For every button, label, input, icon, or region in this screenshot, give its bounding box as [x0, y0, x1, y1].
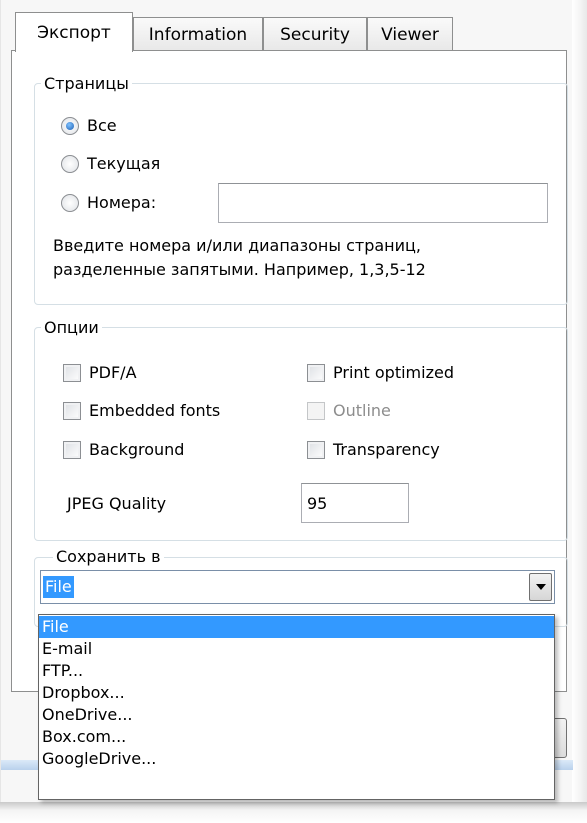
save-to-option-dropbox[interactable]: Dropbox...	[39, 682, 554, 704]
jpeg-quality-label: JPEG Quality	[67, 494, 167, 513]
radio-current[interactable]	[61, 155, 79, 173]
tab-export[interactable]: Экспорт	[15, 12, 133, 52]
outline-label: Outline	[333, 401, 391, 420]
jpeg-quality-value: 95	[307, 493, 328, 513]
options-group-title: Опции	[41, 318, 102, 338]
pages-hint-line1: Введите номера и/или диапазоны страниц,	[53, 236, 421, 255]
radio-all-label: Все	[87, 116, 117, 135]
save-to-option-email[interactable]: E-mail	[39, 638, 554, 660]
save-to-option-googledrive[interactable]: GoogleDrive...	[39, 748, 554, 770]
save-to-dropdown-list: File E-mail FTP... Dropbox... OneDrive..…	[38, 614, 555, 800]
pages-hint-line2: разделенные запятыми. Например, 1,3,5-12	[53, 260, 426, 279]
save-to-group-title: Сохранить в	[53, 547, 164, 567]
radio-numbers[interactable]	[61, 194, 79, 212]
tab-security[interactable]: Security	[263, 17, 367, 51]
transparency-checkbox[interactable]	[307, 441, 325, 459]
print-optimized-label: Print optimized	[333, 363, 454, 382]
save-to-option-file[interactable]: File	[39, 616, 554, 638]
radio-numbers-label: Номера:	[87, 193, 157, 212]
outline-checkbox	[307, 402, 325, 420]
tab-viewer[interactable]: Viewer	[367, 17, 453, 51]
window-shadow-bottom	[0, 802, 587, 823]
pdfa-checkbox[interactable]	[63, 364, 81, 382]
tab-security-label: Security	[280, 24, 350, 45]
embedded-fonts-checkbox[interactable]	[63, 402, 81, 420]
radio-all[interactable]	[61, 117, 79, 135]
embedded-fonts-label: Embedded fonts	[89, 401, 221, 420]
tab-information[interactable]: Information	[133, 17, 263, 51]
radio-current-label: Текущая	[87, 154, 161, 173]
jpeg-quality-input[interactable]: 95	[301, 483, 409, 523]
background-label: Background	[89, 440, 185, 459]
save-to-option-ftp[interactable]: FTP...	[39, 660, 554, 682]
pdfa-label: PDF/A	[89, 363, 137, 382]
save-to-option-onedrive[interactable]: OneDrive...	[39, 704, 554, 726]
save-to-combobox[interactable]: File	[40, 570, 555, 604]
tab-information-label: Information	[148, 24, 248, 45]
save-to-dropdown-button[interactable]	[529, 573, 552, 601]
pages-group-title: Страницы	[41, 74, 132, 94]
transparency-label: Transparency	[333, 440, 440, 459]
window-shadow-right	[572, 0, 587, 823]
save-to-option-box[interactable]: Box.com...	[39, 726, 554, 748]
page-numbers-input[interactable]	[218, 183, 548, 223]
save-to-selected-value: File	[43, 576, 74, 598]
tab-viewer-label: Viewer	[381, 24, 439, 45]
background-checkbox[interactable]	[63, 441, 81, 459]
print-optimized-checkbox[interactable]	[307, 364, 325, 382]
chevron-down-icon	[535, 584, 546, 590]
tab-export-label: Экспорт	[37, 22, 111, 43]
